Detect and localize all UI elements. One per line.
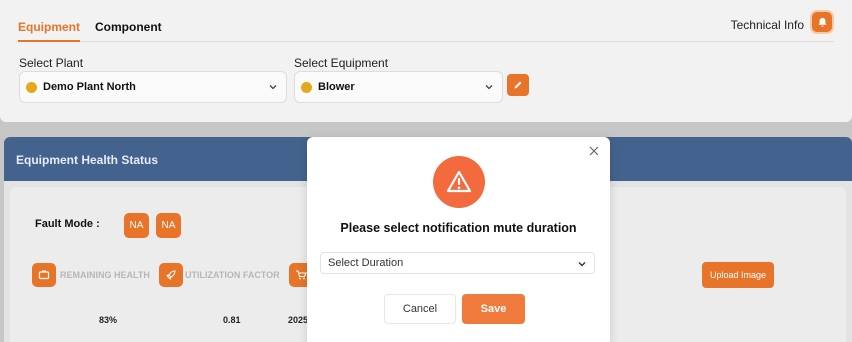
tab-equipment[interactable]: Equipment bbox=[18, 20, 80, 42]
equipment-select[interactable]: Blower bbox=[294, 71, 503, 103]
mute-duration-modal: Please select notification mute duration… bbox=[307, 137, 610, 342]
tab-component[interactable]: Component bbox=[95, 20, 162, 34]
plant-select[interactable]: Demo Plant North bbox=[19, 71, 287, 103]
cancel-button[interactable]: Cancel bbox=[384, 294, 456, 324]
plant-label: Select Plant bbox=[19, 56, 84, 70]
chevron-down-icon bbox=[485, 85, 493, 90]
utilization-icon-box bbox=[159, 263, 183, 287]
upload-image-button[interactable]: Upload Image bbox=[702, 262, 774, 288]
edit-equipment-button[interactable] bbox=[507, 74, 529, 96]
warning-icon bbox=[433, 156, 485, 208]
battery-icon bbox=[38, 270, 50, 280]
third-metric-value: 2025 bbox=[288, 315, 309, 325]
utilization-factor-label: UTILIZATION FACTOR bbox=[185, 270, 280, 280]
chevron-down-icon bbox=[269, 85, 277, 90]
rocket-icon bbox=[166, 270, 176, 280]
selection-panel: Equipment Component Technical Info Selec… bbox=[0, 0, 852, 122]
save-button[interactable]: Save bbox=[462, 294, 525, 324]
plant-status-dot bbox=[26, 81, 37, 93]
utilization-factor-value: 0.81 bbox=[223, 315, 241, 325]
duration-select[interactable]: Select Duration bbox=[320, 252, 595, 274]
remaining-health-label: REMAINING HEALTH bbox=[60, 270, 150, 280]
fault-mode-label: Fault Mode : bbox=[35, 218, 100, 230]
equipment-label: Select Equipment bbox=[294, 56, 389, 70]
technical-info-label: Technical Info bbox=[730, 18, 804, 32]
duration-select-placeholder: Select Duration bbox=[328, 257, 404, 269]
cart-icon bbox=[296, 270, 307, 280]
remaining-health-value: 83% bbox=[99, 315, 118, 325]
equipment-select-value: Blower bbox=[318, 81, 355, 93]
bell-icon bbox=[817, 17, 827, 27]
remaining-health-icon-box bbox=[32, 263, 56, 287]
equipment-status-dot bbox=[301, 81, 312, 93]
fault-badge: NA bbox=[156, 213, 181, 238]
fault-badge: NA bbox=[124, 213, 149, 238]
pencil-icon bbox=[514, 81, 522, 89]
chevron-down-icon bbox=[578, 262, 586, 267]
plant-select-value: Demo Plant North bbox=[43, 81, 136, 93]
modal-title: Please select notification mute duration bbox=[340, 221, 577, 235]
notification-button[interactable] bbox=[812, 12, 832, 32]
close-icon[interactable] bbox=[588, 145, 600, 157]
tab-bar: Equipment Component bbox=[18, 16, 834, 42]
